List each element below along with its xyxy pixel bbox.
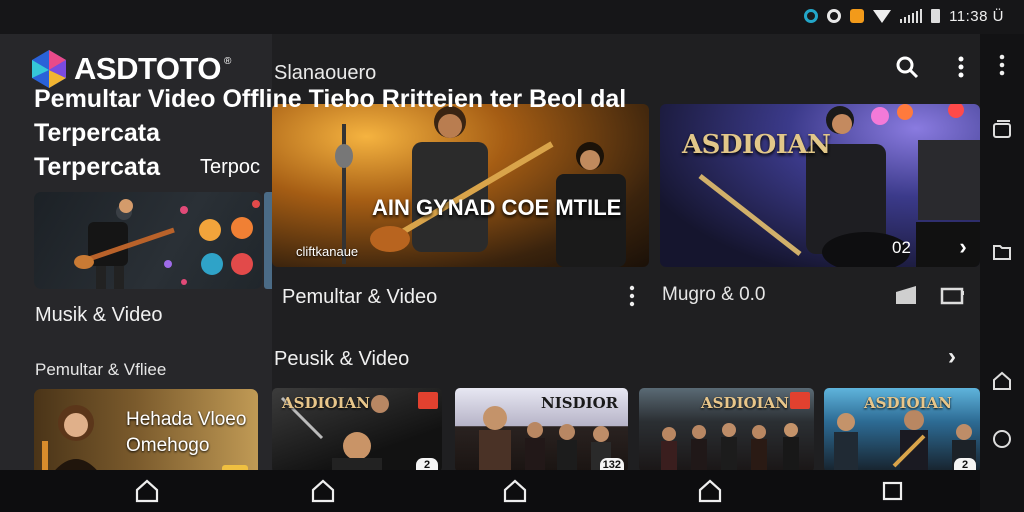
rail-more-button[interactable] <box>991 54 1013 76</box>
orange-app-icon <box>850 9 865 23</box>
hero-caption: cliftkanaue <box>296 244 359 259</box>
thumbnail-sign: NISDIOR <box>541 394 619 412</box>
more-vertical-icon <box>958 56 964 78</box>
nav-home-button[interactable] <box>310 478 336 504</box>
row-title-left: Pemultar & Video <box>282 286 438 308</box>
rail-circle-button[interactable] <box>991 428 1013 450</box>
singer-illustration <box>42 405 97 470</box>
hero-sign-text: AIN GYNAD COE MTILE <box>372 195 622 220</box>
nav-home-button[interactable] <box>697 478 723 504</box>
home-icon <box>135 479 159 503</box>
live-badge <box>790 392 810 409</box>
row-title-right: Mugro & 0.0 <box>662 284 766 305</box>
home-icon <box>698 479 722 503</box>
chevron-right-icon: › <box>948 343 956 370</box>
top-actions <box>894 54 974 80</box>
circle-app-icon <box>827 9 842 23</box>
cast-button[interactable] <box>894 284 918 306</box>
thumbnail-sign: ASDIOIAN <box>282 394 370 412</box>
home-icon <box>503 479 527 503</box>
more-options-button[interactable] <box>948 54 974 80</box>
more-vertical-icon <box>629 285 635 307</box>
chevron-right-icon: › <box>959 234 967 259</box>
home-icon <box>311 479 335 503</box>
nav-home-button[interactable] <box>502 478 528 504</box>
slide-counter: 02 <box>892 238 911 257</box>
featured-video-card[interactable]: Hehada Vloeo Omehogo <box>34 389 258 470</box>
video-thumbnail[interactable]: NISDIOR 132 <box>455 388 628 472</box>
drawer-section-heading: Pemultar & Vfliee <box>35 360 167 379</box>
row-more-button[interactable] <box>622 284 642 308</box>
recents-square-icon <box>882 481 903 501</box>
rail-folder-button[interactable] <box>991 240 1013 262</box>
tabs-icon <box>993 120 1011 138</box>
carousel-peek <box>264 192 272 289</box>
section-title: Peusik & Video <box>274 348 410 370</box>
registered-mark: ® <box>223 55 232 67</box>
stage-illustration <box>698 104 980 267</box>
status-bar: 11:38 Ü <box>0 0 1024 34</box>
carousel-next-button[interactable]: › <box>950 234 976 260</box>
wifi-icon <box>873 9 892 23</box>
search-button[interactable] <box>894 54 920 80</box>
live-badge <box>418 392 438 409</box>
nav-home-button[interactable] <box>134 478 160 504</box>
guitarist-illustration <box>74 199 260 289</box>
video-thumbnail[interactable]: ASDIOIAN <box>639 388 814 472</box>
nav-recents-button[interactable] <box>880 478 906 504</box>
page-headline: Pemultar Video Offline Tiebo Rritteien t… <box>34 85 627 181</box>
thumbnail-sign: ASDIOIAN <box>864 394 952 412</box>
navigation-bar <box>0 470 980 512</box>
status-icons: 11:38 Ü <box>804 6 1004 26</box>
fullscreen-button[interactable] <box>940 286 966 306</box>
folder-icon <box>993 245 1011 260</box>
signal-icon <box>900 9 923 23</box>
drawer-category-label[interactable]: Musik & Video <box>35 304 162 327</box>
featured-video-title: Hehada Vloeo Omehogo <box>126 409 247 456</box>
section-see-all-button[interactable]: › <box>948 344 970 370</box>
featured-video-card-2[interactable]: ASDIOIAN 02 › <box>660 104 980 267</box>
video-thumbnail[interactable]: ASDIOIAN 2 <box>272 388 442 472</box>
rail-tabs-button[interactable] <box>991 118 1013 140</box>
more-vertical-icon <box>999 54 1005 76</box>
video-thumbnail[interactable]: ASDIOIAN 2 <box>824 388 980 472</box>
home-icon <box>993 371 1011 390</box>
battery-icon <box>931 9 941 23</box>
rail-home-button[interactable] <box>991 370 1013 392</box>
thumbnail-sign: ASDIOIAN <box>701 394 789 412</box>
music-video-thumbnail[interactable] <box>34 192 262 289</box>
search-icon <box>896 56 919 79</box>
venue-sign-text: ASDIOIAN <box>682 130 831 160</box>
circle-icon <box>993 430 1011 448</box>
app-icon-cyan <box>804 9 819 23</box>
status-time: 11:38 Ü <box>949 7 1004 25</box>
cast-icon <box>896 286 916 304</box>
right-rail <box>980 34 1024 512</box>
screen-icon <box>940 287 964 305</box>
